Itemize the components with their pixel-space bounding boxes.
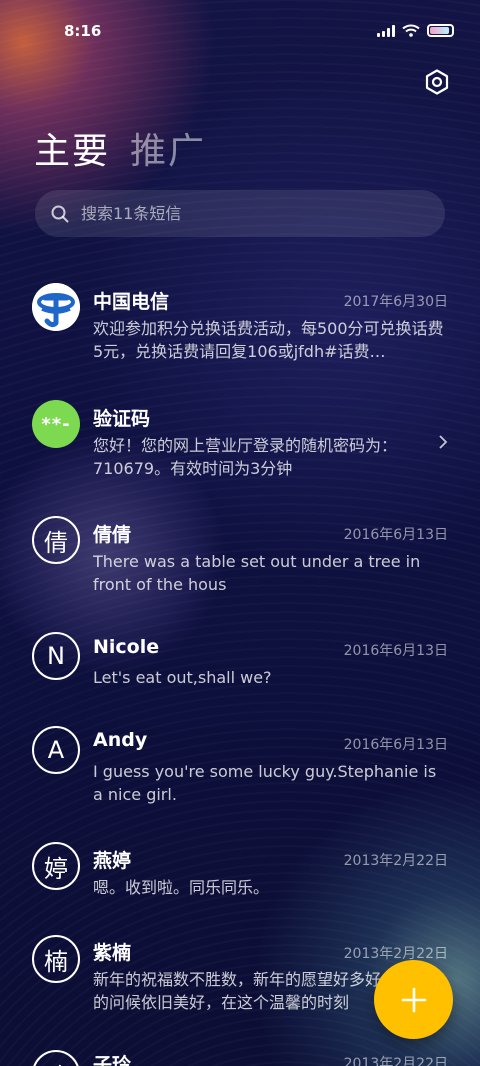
settings-icon[interactable] (424, 69, 450, 95)
tab-bar: 主要 推广 (34, 122, 206, 174)
contact-avatar: 楠 (32, 935, 80, 983)
message-preview: Let's eat out,shall we? (93, 668, 272, 687)
battery-icon (427, 24, 454, 37)
wifi-icon (402, 24, 420, 37)
contact-avatar: A (32, 726, 80, 774)
status-time: 8:16 (64, 22, 102, 40)
message-preview: I guess you're some lucky guy.Stephanie … (93, 762, 437, 804)
cellular-signal-icon (377, 24, 395, 37)
message-item[interactable]: 中国电信 2017年6月30日 欢迎参加积分兑换话费活动，每500分可兑换话费5… (0, 280, 480, 380)
search-icon (51, 205, 69, 222)
status-icons (377, 24, 454, 37)
message-preview: 嗯。收到啦。同乐同乐。 (93, 878, 270, 897)
message-item[interactable]: N Nicole 2016年6月13日 Let's eat out,shall … (0, 628, 480, 708)
sender-name: 子玲 (93, 1054, 132, 1066)
message-date: 2016年6月13日 (343, 643, 448, 659)
message-item[interactable]: A Andy 2016年6月13日 I guess you're some lu… (0, 722, 480, 822)
sender-name: 中国电信 (93, 291, 170, 313)
sender-name: Andy (93, 729, 148, 751)
message-date: 2016年6月13日 (343, 737, 448, 753)
sender-name: 倩倩 (93, 524, 132, 546)
contact-avatar: 婷 (32, 842, 80, 890)
message-item[interactable]: 倩 倩倩 2016年6月13日 There was a table set ou… (0, 512, 480, 612)
message-item[interactable]: 婷 燕婷 2013年2月22日 嗯。收到啦。同乐同乐。 (0, 838, 480, 918)
contact-avatar: 倩 (32, 516, 80, 564)
contact-avatar: N (32, 632, 80, 680)
message-item[interactable]: 玲 子玲 2013年2月22日 (0, 1050, 480, 1066)
tab-main[interactable]: 主要 (34, 122, 110, 174)
status-bar: 8:16 (0, 0, 480, 62)
search-input[interactable] (81, 204, 381, 223)
contact-avatar: 玲 (32, 1050, 80, 1066)
message-preview: 欢迎参加积分兑换话费活动，每500分可兑换话费5元，兑换话费请回复106或jfd… (93, 319, 444, 361)
message-date: 2017年6月30日 (343, 294, 448, 310)
tab-promotions[interactable]: 推广 (130, 122, 206, 174)
message-date: 2013年2月22日 (343, 1056, 448, 1066)
sender-name: 燕婷 (93, 850, 132, 872)
search-bar[interactable] (35, 190, 445, 237)
chevron-right-icon[interactable] (438, 434, 448, 450)
messages-screen: 8:16 主要 推广 搜索11条短信 中国电信 2017年6月30日 欢迎参加积… (0, 0, 480, 1066)
plus-icon (401, 987, 426, 1012)
verification-code-avatar: **- (32, 400, 80, 448)
battery-level (430, 27, 449, 34)
new-message-button[interactable] (374, 960, 453, 1039)
message-item[interactable]: **- 验证码 您好！您的网上营业厅登录的随机密码为：710679。有效时间为3… (0, 396, 480, 496)
message-preview: There was a table set out under a tree i… (93, 552, 421, 594)
sender-name: 紫楠 (93, 942, 132, 964)
sender-name: 验证码 (93, 408, 151, 430)
message-preview: 您好！您的网上营业厅登录的随机密码为：710679。有效时间为3分钟 (93, 436, 398, 478)
sender-name: Nicole (93, 636, 160, 658)
message-date: 2016年6月13日 (343, 527, 448, 543)
china-telecom-logo-icon (32, 283, 80, 331)
message-date: 2013年2月22日 (343, 853, 448, 869)
message-date: 2013年2月22日 (343, 946, 448, 962)
